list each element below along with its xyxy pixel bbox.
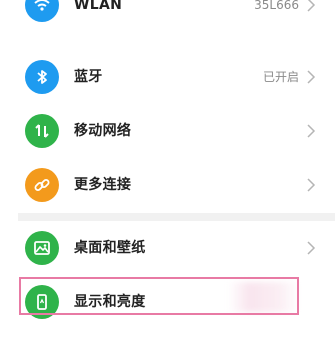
settings-item-desktop-wallpaper[interactable]: 桌面和壁纸 [0, 221, 335, 275]
chevron-right-icon [305, 178, 317, 192]
wallpaper-icon [25, 231, 59, 265]
chevron-right-icon [305, 0, 317, 12]
settings-item-value: 已开启 [262, 70, 299, 84]
settings-item-bluetooth[interactable]: 蓝牙 已开启 [0, 50, 335, 104]
settings-item-wlan[interactable]: WLAN 35L666 [0, 0, 335, 32]
settings-item-label: WLAN [74, 0, 123, 13]
settings-item-more-connections[interactable]: 更多连接 [0, 158, 335, 212]
section-divider [18, 213, 335, 221]
bluetooth-icon [25, 60, 59, 94]
chevron-right-icon [305, 70, 317, 84]
settings-item-value: 35L666 [254, 0, 299, 12]
settings-item-label: 更多连接 [74, 177, 132, 193]
mobile-data-icon [25, 114, 59, 148]
chevron-right-icon [305, 124, 317, 138]
link-icon [25, 168, 59, 202]
settings-item-mobile-network[interactable]: 移动网络 [0, 104, 335, 158]
settings-item-label: 蓝牙 [74, 69, 103, 85]
wifi-icon [25, 0, 59, 22]
chevron-right-icon [305, 241, 317, 255]
settings-item-label: 移动网络 [74, 123, 132, 139]
highlight-box [19, 277, 299, 315]
settings-item-label: 桌面和壁纸 [74, 240, 146, 256]
